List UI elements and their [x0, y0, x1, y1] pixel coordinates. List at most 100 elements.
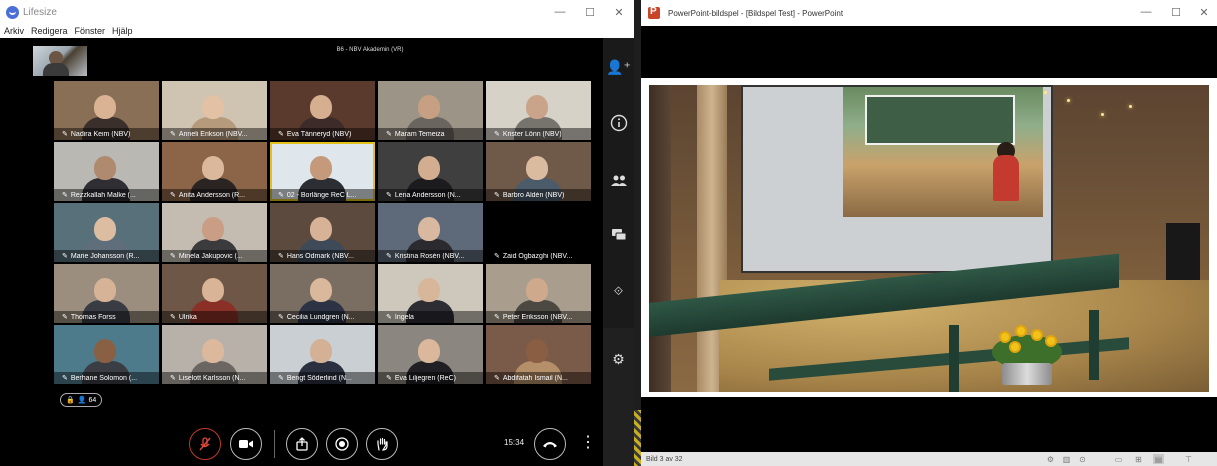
photo-flower — [1031, 329, 1043, 341]
participant-tile[interactable]: ✎ Lena Andersson (N... — [378, 142, 483, 201]
mic-off-icon: ✎ — [278, 192, 284, 199]
reading-view-icon[interactable]: ▤ — [1153, 454, 1164, 464]
participant-face — [418, 156, 440, 180]
participant-tile[interactable]: ✎ Anita Andersson (R... — [162, 142, 267, 201]
participant-face — [310, 339, 332, 363]
more-options-icon[interactable]: ⋮ — [580, 433, 596, 453]
participant-tile[interactable]: ✎ Eva Tånneryd (NBV) — [270, 81, 375, 140]
slide-sorter-icon[interactable]: ⊞ — [1133, 454, 1144, 464]
mic-off-icon: ✎ — [386, 131, 392, 138]
menu-arkiv[interactable]: Arkiv — [4, 26, 24, 36]
participant-tile[interactable]: ✎ Maram Temeiza — [378, 81, 483, 140]
participant-label: ✎ Nadira Keim (NBV) — [54, 128, 159, 140]
pp-close-icon[interactable]: ✕ — [1189, 0, 1217, 24]
participant-tile[interactable]: ✎ Eva Liljegren (ReC) — [378, 325, 483, 384]
participant-label: ✎ Thomas Forss — [54, 311, 159, 323]
info-button[interactable] — [603, 110, 634, 136]
participant-name: Berhane Solomon (... — [70, 374, 138, 382]
participant-tile[interactable]: ✎ Ingela — [378, 264, 483, 323]
notes-status-icon[interactable]: ▥ — [1061, 454, 1072, 464]
participant-tile[interactable]: ✎ Berhane Solomon (... — [54, 325, 159, 384]
normal-view-icon[interactable]: ▭ — [1113, 454, 1124, 464]
participant-face — [310, 95, 332, 119]
slide-canvas[interactable] — [641, 78, 1217, 397]
mic-off-icon: ✎ — [170, 314, 176, 321]
menu-hjalp[interactable]: Hjälp — [112, 26, 133, 36]
participant-face — [94, 217, 116, 241]
participant-label: ✎ Minela Jakupovic (... — [162, 250, 267, 262]
participant-label: ✎ Cecilia Lundgren (N... — [270, 311, 375, 323]
participant-name: Kristina Rosén (NBV... — [394, 252, 465, 260]
participant-tile[interactable]: ✎ Rezzkallah Malke (... — [54, 142, 159, 201]
chat-icon — [611, 229, 626, 241]
participant-tile[interactable]: ✎ Thomas Forss — [54, 264, 159, 323]
participant-name: Lena Andersson (N... — [394, 191, 461, 199]
participant-tile[interactable]: ✎ Cecilia Lundgren (N... — [270, 264, 375, 323]
photo-bench-leg — [1089, 310, 1099, 380]
camera-button[interactable] — [230, 428, 262, 460]
participant-tile[interactable]: ✎ Liselott Karlsson (N... — [162, 325, 267, 384]
participant-tile[interactable]: ✎ Hans Ödmark (NBV... — [270, 203, 375, 262]
participant-tile[interactable]: ✎ Ulrika — [162, 264, 267, 323]
participant-tile[interactable]: ✎ Bengt Söderlind (N... — [270, 325, 375, 384]
participant-label: ✎ Lena Andersson (N... — [378, 189, 483, 201]
participants-button[interactable] — [603, 168, 634, 194]
mic-muted-icon — [199, 437, 211, 451]
call-time: 15:34 — [504, 438, 525, 447]
hang-up-button[interactable] — [534, 428, 566, 460]
powerpoint-logo-icon — [648, 6, 660, 19]
share-screen-button[interactable] — [286, 428, 318, 460]
participant-face — [202, 95, 224, 119]
participant-name: Thomas Forss — [70, 313, 116, 321]
participant-face — [202, 156, 224, 180]
participant-face — [202, 217, 224, 241]
participant-label: ✎ Barbro Aldén (NBV) — [486, 189, 591, 201]
settings-status-icon[interactable]: ⚙ — [1045, 454, 1056, 464]
desktop: Lifesize — ☐ ✕ Arkiv Redigera Fönster Hj… — [0, 0, 1217, 466]
layout-button[interactable]: ⟐ — [603, 278, 634, 304]
pp-minimize-icon[interactable]: — — [1131, 0, 1161, 24]
pp-maximize-icon[interactable]: ☐ — [1161, 0, 1191, 24]
participant-name: Peter Eriksson (NBV... — [502, 313, 573, 321]
participant-tile[interactable]: ✎ Anneli Erikson (NBV... — [162, 81, 267, 140]
mute-mic-button[interactable] — [189, 428, 221, 460]
participant-tile[interactable]: ✎ Peter Eriksson (NBV... — [486, 264, 591, 323]
participant-tile[interactable]: ✎ Barbro Aldén (NBV) — [486, 142, 591, 201]
participant-tile[interactable]: ✎ Abdifatah Ismail (N... — [486, 325, 591, 384]
participant-tile[interactable]: ✎ Zaid Ogbazghi (NBV... — [486, 203, 591, 262]
maximize-icon[interactable]: ☐ — [575, 0, 605, 24]
mic-off-icon: ✎ — [62, 253, 68, 260]
participant-face — [310, 278, 332, 302]
minimize-icon[interactable]: — — [545, 0, 575, 24]
self-view[interactable] — [33, 46, 87, 76]
slideshow-view-icon[interactable]: ⊤ — [1183, 454, 1194, 464]
participant-tile[interactable]: ✎ Kristina Rosén (NBV... — [378, 203, 483, 262]
participant-tile[interactable]: ✎ Minela Jakupovic (... — [162, 203, 267, 262]
participant-tile[interactable]: ✎ Marie Johansson (R... — [54, 203, 159, 262]
share-icon — [296, 437, 308, 451]
record-button[interactable] — [326, 428, 358, 460]
self-view-body — [43, 63, 69, 76]
lifesize-sidebar: 👤⁺ ⟐ ⚙ — [603, 38, 634, 466]
participant-label: ✎ Bengt Söderlind (N... — [270, 372, 375, 384]
participant-name: Marie Johansson (R... — [70, 252, 140, 260]
participant-tile[interactable]: ✎ 02 - Borlänge ReC L... — [270, 142, 375, 201]
participant-tile[interactable]: ✎ Krister Lönn (NBV) — [486, 81, 591, 140]
participant-count-badge[interactable]: 🔒 👤 64 — [60, 393, 103, 407]
mic-off-icon: ✎ — [170, 131, 176, 138]
participant-face — [94, 339, 116, 363]
settings-button[interactable]: ⚙ — [603, 346, 634, 372]
participant-tile[interactable]: ✎ Nadira Keim (NBV) — [54, 81, 159, 140]
photo-bench-leg — [949, 325, 959, 392]
menu-fonster[interactable]: Fönster — [75, 26, 106, 36]
participant-label: ✎ Anneli Erikson (NBV... — [162, 128, 267, 140]
chat-button[interactable] — [603, 222, 634, 248]
slide-counter: Bild 3 av 32 — [646, 455, 683, 463]
participant-label: ✎ Ulrika — [162, 311, 267, 323]
menu-redigera[interactable]: Redigera — [31, 26, 68, 36]
presenter-status-icon[interactable]: ⊙ — [1077, 454, 1088, 464]
hang-up-icon — [543, 442, 557, 448]
raise-hand-button[interactable] — [366, 428, 398, 460]
add-participant-button[interactable]: 👤⁺ — [603, 54, 634, 80]
close-icon[interactable]: ✕ — [604, 0, 634, 24]
